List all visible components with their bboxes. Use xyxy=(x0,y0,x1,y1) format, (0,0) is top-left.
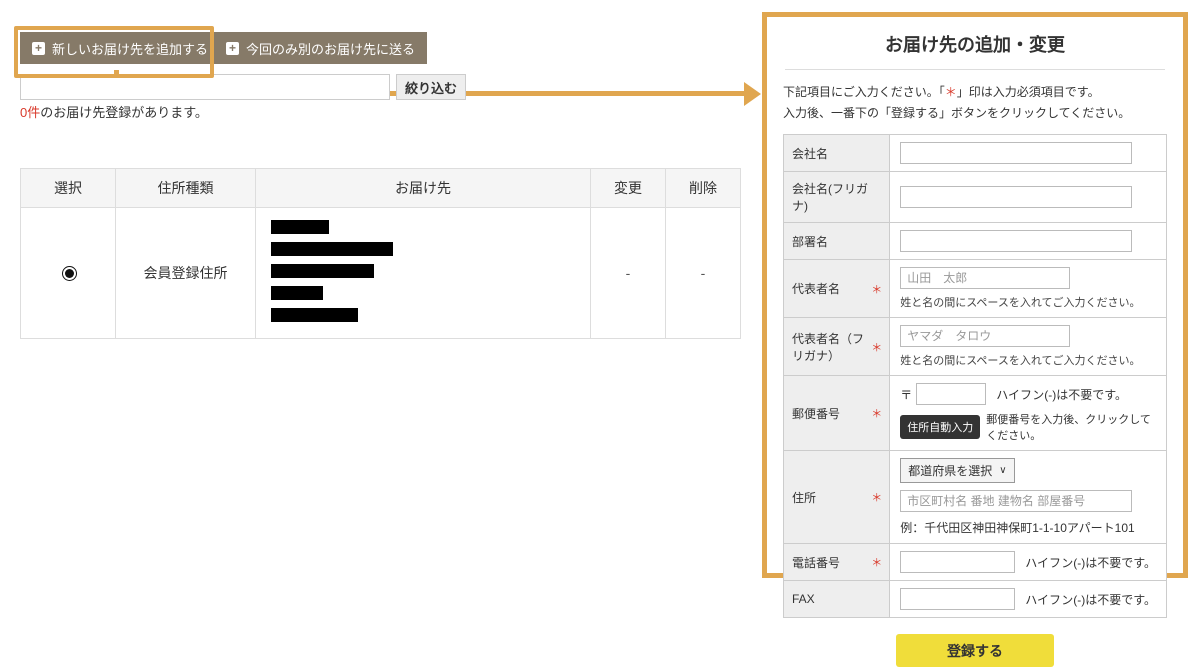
field-note: ハイフン(-)は不要です。 xyxy=(996,387,1128,402)
add-change-address-panel: お届け先の追加・変更 下記項目にご入力ください。「＊」印は入力必須項目です。 入… xyxy=(762,12,1188,667)
field-label-postal-code: 郵便番号＊ xyxy=(782,375,891,451)
required-mark: ＊ xyxy=(871,341,883,354)
helper-text: 姓と名の間にスペースを入れてご入力ください。 xyxy=(900,355,1141,367)
filter-input[interactable] xyxy=(20,74,390,100)
form-row-representative-kana: 代表者名（フリガナ）＊ 姓と名の間にスペースを入れてご入力ください。 xyxy=(782,317,1167,376)
form-instructions: 下記項目にご入力ください。「＊」印は入力必須項目です。 入力後、一番下の「登録す… xyxy=(783,85,1131,120)
company-kana-input[interactable] xyxy=(900,186,1133,208)
field-label-department: 部署名 xyxy=(782,222,891,260)
postal-code-input[interactable] xyxy=(916,383,987,405)
form-row-company-kana: 会社名(フリガナ) xyxy=(782,171,1167,223)
field-label-address: 住所＊ xyxy=(782,450,891,544)
col-header-shipto: お届け先 xyxy=(255,168,591,208)
representative-name-input[interactable] xyxy=(900,267,1071,289)
add-new-address-label: 新しいお届け先を追加する xyxy=(52,41,209,57)
form-row-department: 部署名 xyxy=(782,222,1167,260)
panel-title: お届け先の追加・変更 xyxy=(785,31,1165,70)
registered-count-line: 0件のお届け先登録があります。 xyxy=(20,105,208,120)
fax-input[interactable] xyxy=(900,588,1016,610)
field-label-representative-kana: 代表者名（フリガナ）＊ xyxy=(782,317,891,376)
form-row-representative: 代表者名＊ 姓と名の間にスペースを入れてご入力ください。 xyxy=(782,259,1167,318)
autofill-note: 郵便番号を入力後、クリックしてください。 xyxy=(986,414,1151,442)
form-row-fax: FAX ハイフン(-)は不要です。 xyxy=(782,580,1167,618)
address-type-cell: 会員登録住所 xyxy=(115,207,256,339)
select-cell xyxy=(20,207,116,339)
send-to-other-address-button[interactable]: + 今回のみ別のお届け先に送る xyxy=(214,32,428,64)
field-label-company-kana: 会社名(フリガナ) xyxy=(782,171,891,223)
col-header-select: 選択 xyxy=(20,168,116,208)
form-row-phone: 電話番号＊ ハイフン(-)は不要です。 xyxy=(782,543,1167,581)
col-header-type: 住所種類 xyxy=(115,168,256,208)
field-label-fax: FAX xyxy=(782,580,891,618)
required-mark: ＊ xyxy=(871,492,883,504)
phone-input[interactable] xyxy=(900,551,1016,573)
plus-icon: + xyxy=(32,41,45,55)
delete-cell: - xyxy=(665,207,741,339)
change-cell: - xyxy=(590,207,666,339)
required-mark: ＊ xyxy=(871,408,883,420)
registered-count: 0件 xyxy=(20,105,41,120)
field-note: ハイフン(-)は不要です。 xyxy=(1025,592,1156,607)
address-input[interactable] xyxy=(900,490,1133,512)
required-mark: ＊ xyxy=(871,557,883,569)
field-label-representative: 代表者名＊ xyxy=(782,259,891,318)
company-name-input[interactable] xyxy=(900,142,1133,164)
required-mark: ＊ xyxy=(944,85,957,99)
address-form: 会社名 会社名(フリガナ) 部署名 代表者名＊ 姓と名の間にスペースを入れてご入… xyxy=(782,134,1167,618)
col-header-delete: 削除 xyxy=(665,168,741,208)
filter-button[interactable]: 絞り込む xyxy=(396,74,467,100)
field-label-phone: 電話番号＊ xyxy=(782,543,891,581)
chevron-down-icon: ∨ xyxy=(999,465,1007,476)
send-to-other-address-label: 今回のみ別のお届け先に送る xyxy=(246,41,416,57)
field-label-company: 会社名 xyxy=(782,134,891,172)
address-example: 例：千代田区神田神保町1-1-10アパート101 xyxy=(900,521,1135,535)
postal-mark: 〒 xyxy=(900,387,913,402)
table-row: 会員登録住所 - - xyxy=(20,207,741,339)
plus-icon: + xyxy=(226,41,239,55)
form-row-company: 会社名 xyxy=(782,134,1167,172)
address-select-radio[interactable] xyxy=(61,265,77,281)
required-mark: ＊ xyxy=(871,283,883,296)
address-autofill-button[interactable]: 住所自動入力 xyxy=(900,415,981,439)
redacted-address xyxy=(255,207,591,339)
form-row-postal-code: 郵便番号＊ 〒 ハイフン(-)は不要です。 住所自動入力 郵便番号を入力後、クリ… xyxy=(782,375,1167,451)
address-table: 選択 住所種類 お届け先 変更 削除 会員登録住所 - - xyxy=(20,168,741,339)
address-table-header-row: 選択 住所種類 お届け先 変更 削除 xyxy=(20,168,741,208)
form-row-address: 住所＊ 都道府県を選択 ∨ 例：千代田区神田神保町1-1-10アパート101 xyxy=(782,450,1167,544)
field-note: ハイフン(-)は不要です。 xyxy=(1025,555,1156,570)
add-new-address-button[interactable]: + 新しいお届け先を追加する xyxy=(20,32,221,64)
col-header-change: 変更 xyxy=(590,168,666,208)
arrow-annotation-head xyxy=(744,82,761,106)
helper-text: 姓と名の間にスペースを入れてご入力ください。 xyxy=(900,297,1141,309)
register-button[interactable]: 登録する xyxy=(896,634,1054,667)
representative-kana-input[interactable] xyxy=(900,325,1071,347)
prefecture-select[interactable]: 都道府県を選択 ∨ xyxy=(900,458,1015,483)
department-input[interactable] xyxy=(900,230,1133,252)
